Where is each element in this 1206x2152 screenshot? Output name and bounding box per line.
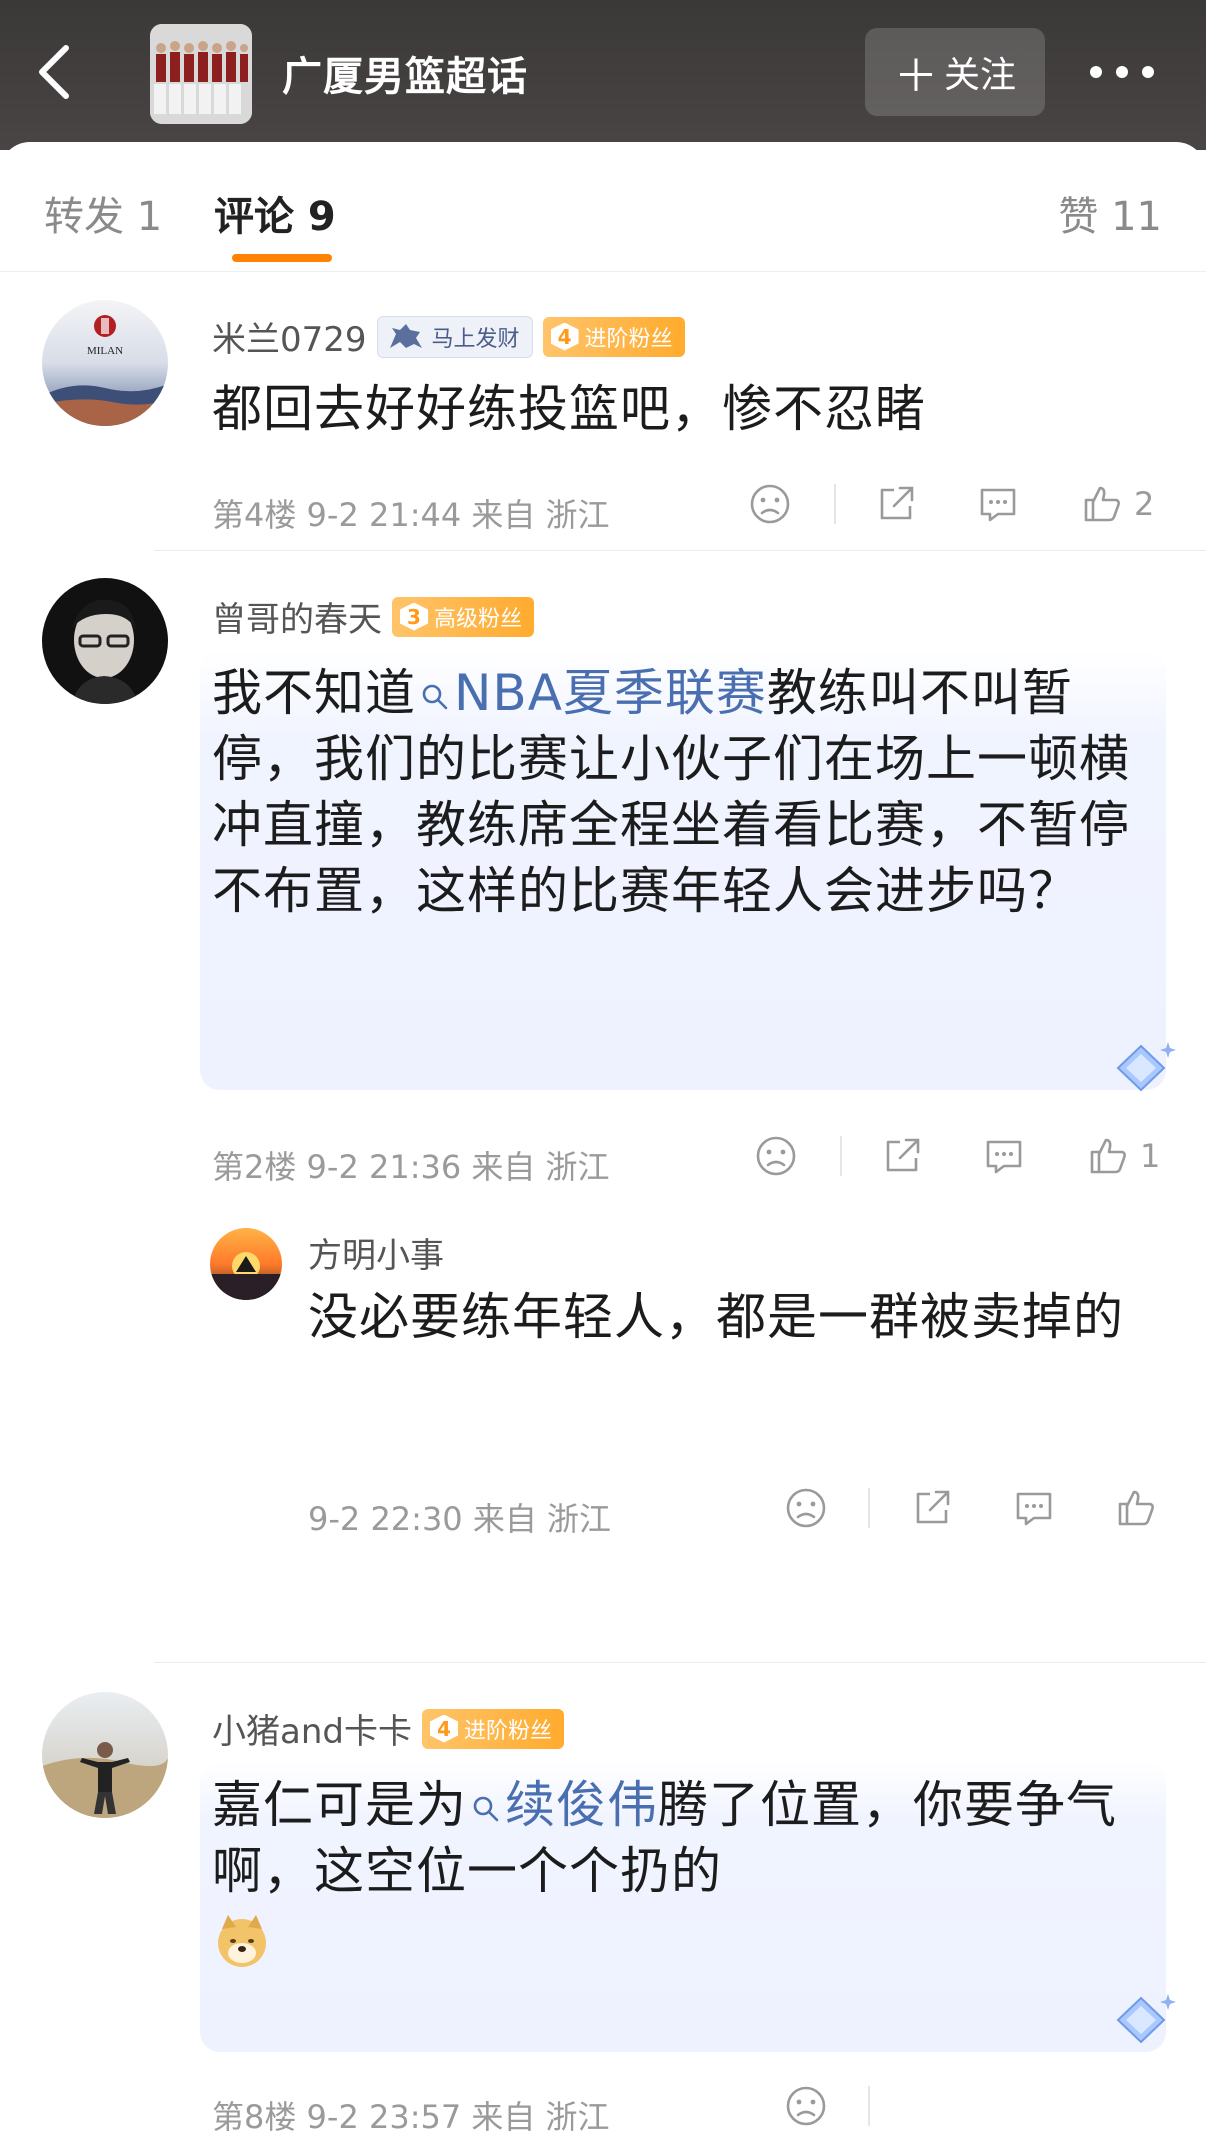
like-button[interactable]: 2 — [1080, 482, 1154, 526]
fan-badge-label: 高级粉丝 — [434, 606, 523, 632]
share-icon — [916, 1490, 950, 1524]
username[interactable]: 曾哥的春天 — [212, 592, 382, 641]
page-title: 广厦男篮超话 — [282, 54, 528, 100]
dislike-face-icon — [756, 1136, 796, 1176]
comment-header: 米兰0729 马上发财 4 进阶粉丝 — [212, 312, 685, 361]
divider — [834, 484, 836, 524]
fan-level-badge[interactable]: 3 高级粉丝 — [392, 596, 535, 637]
comment-meta: 第8楼 9-2 23:57 来自 浙江 — [212, 2092, 610, 2138]
svg-text:MILAN: MILAN — [87, 345, 123, 357]
plus-icon: ＋ — [893, 51, 938, 102]
comment-divider — [154, 550, 1206, 551]
comment-divider — [154, 1662, 1206, 1663]
tab-likes[interactable]: 赞 11 — [1058, 184, 1162, 242]
reply-username[interactable]: 方明小事 — [308, 1228, 444, 1277]
floor-time-location: 第4楼 9-2 21:44 来自 浙江 — [212, 496, 610, 534]
fan-level-badge[interactable]: 4 进阶粉丝 — [542, 316, 685, 357]
follow-button[interactable]: ＋ 关注 — [865, 28, 1045, 116]
topic-link[interactable]: 续俊伟 — [467, 1776, 658, 1834]
dislike-button[interactable] — [754, 1134, 798, 1178]
dislike-button[interactable] — [784, 2084, 828, 2128]
topic-link[interactable]: NBA夏季联赛 — [416, 664, 767, 722]
share-button[interactable] — [874, 482, 918, 526]
supertopic-avatar[interactable] — [150, 24, 252, 124]
comment-header: 曾哥的春天 3 高级粉丝 — [212, 592, 535, 641]
search-icon — [473, 1796, 499, 1822]
fan-level-number: 4 — [429, 1714, 458, 1743]
medal-badge[interactable]: 马上发财 — [376, 315, 533, 358]
reply-button[interactable] — [976, 482, 1020, 526]
reply-text: 没必要练年轻人，都是一群被卖掉的 — [308, 1288, 1124, 1346]
more-dots-icon[interactable] — [1090, 52, 1170, 92]
divider — [840, 1136, 842, 1176]
back-arrow-icon[interactable] — [30, 42, 80, 102]
comment-bubble-icon — [1016, 1492, 1052, 1526]
reply-avatar[interactable] — [210, 1228, 282, 1300]
like-count: 2 — [1134, 485, 1155, 523]
divider — [868, 2086, 870, 2126]
topic-label: NBA夏季联赛 — [454, 664, 767, 722]
thumbs-up-icon — [1084, 486, 1120, 522]
diamond-sparkle-icon — [1116, 1042, 1176, 1092]
avatar[interactable]: MILAN — [42, 300, 168, 426]
comment-header: 小猪and卡卡 4 进阶粉丝 — [212, 1704, 564, 1753]
comment-meta: 第2楼 9-2 21:36 来自 浙江 — [212, 1142, 610, 1188]
username[interactable]: 小猪and卡卡 — [212, 1704, 412, 1753]
comment-text: 嘉仁可是为 续俊伟腾了位置，你要争气啊，这空位一个个扔的 — [200, 1762, 1166, 2052]
comment-text-before: 我不知道 — [212, 664, 416, 722]
tab-repost[interactable]: 转发 1 — [44, 184, 162, 242]
active-tab-indicator — [232, 254, 332, 262]
dislike-face-icon — [786, 2086, 826, 2126]
username[interactable]: 米兰0729 — [212, 312, 367, 361]
fan-badge-label: 进阶粉丝 — [463, 1718, 552, 1744]
share-icon — [886, 1138, 920, 1172]
avatar[interactable] — [42, 578, 168, 704]
topic-label: 续俊伟 — [505, 1776, 658, 1834]
doge-emoji-icon — [218, 1914, 266, 1967]
comment-panel: 转发 1 评论 9 赞 11 MILAN 米兰0729 马上发财 4 进阶粉丝 … — [0, 142, 1206, 2152]
thumbs-up-icon — [1090, 1138, 1126, 1174]
avatar[interactable] — [42, 1692, 168, 1818]
fan-level-number: 3 — [400, 602, 428, 631]
comment-text: 都回去好好练投篮吧，惨不忍睹 — [212, 380, 926, 438]
tab-comments[interactable]: 评论 9 — [214, 184, 336, 242]
divider — [868, 1488, 870, 1528]
reply-meta: 9-2 22:30 来自 浙江 — [308, 1494, 611, 1540]
medal-label: 马上发财 — [431, 326, 520, 352]
top-bar: 广厦男篮超话 ＋ 关注 — [0, 0, 1206, 150]
share-icon — [880, 486, 914, 520]
follow-label: 关注 — [943, 55, 1016, 96]
share-button[interactable] — [880, 1134, 924, 1178]
diamond-sparkle-icon — [1116, 1994, 1176, 2044]
comment-bubble-icon — [980, 488, 1016, 522]
floor-time-location: 第8楼 9-2 23:57 来自 浙江 — [212, 2098, 610, 2136]
tab-bar: 转发 1 评论 9 赞 11 — [0, 142, 1206, 272]
comment-text: 我不知道 NBA夏季联赛教练叫不叫暂停，我们的比赛让小伙子们在场上一顿横冲直撞，教… — [200, 650, 1166, 1090]
horse-icon — [389, 323, 422, 348]
fan-badge-label: 进阶粉丝 — [584, 326, 673, 352]
like-button[interactable] — [1114, 1486, 1158, 1530]
dislike-button[interactable] — [748, 482, 792, 526]
thumbs-up-icon — [1118, 1490, 1154, 1526]
reply-button[interactable] — [1012, 1486, 1056, 1530]
comment-bubble-icon — [986, 1140, 1022, 1174]
fan-level-number: 4 — [550, 322, 579, 351]
comment-text-before: 嘉仁可是为 — [212, 1776, 467, 1834]
share-button[interactable] — [910, 1486, 954, 1530]
fan-level-badge[interactable]: 4 进阶粉丝 — [421, 1708, 564, 1749]
reply-time-location: 9-2 22:30 来自 浙江 — [308, 1500, 612, 1538]
like-button[interactable]: 1 — [1086, 1134, 1160, 1178]
search-icon — [422, 684, 448, 710]
reply-header: 方明小事 — [308, 1228, 444, 1277]
dislike-face-icon — [786, 1488, 826, 1528]
like-count: 1 — [1140, 1137, 1161, 1175]
reply-button[interactable] — [982, 1134, 1026, 1178]
floor-time-location: 第2楼 9-2 21:36 来自 浙江 — [212, 1148, 610, 1186]
dislike-button[interactable] — [784, 1486, 828, 1530]
dislike-face-icon — [750, 484, 790, 524]
comment-meta: 第4楼 9-2 21:44 来自 浙江 — [212, 490, 610, 536]
